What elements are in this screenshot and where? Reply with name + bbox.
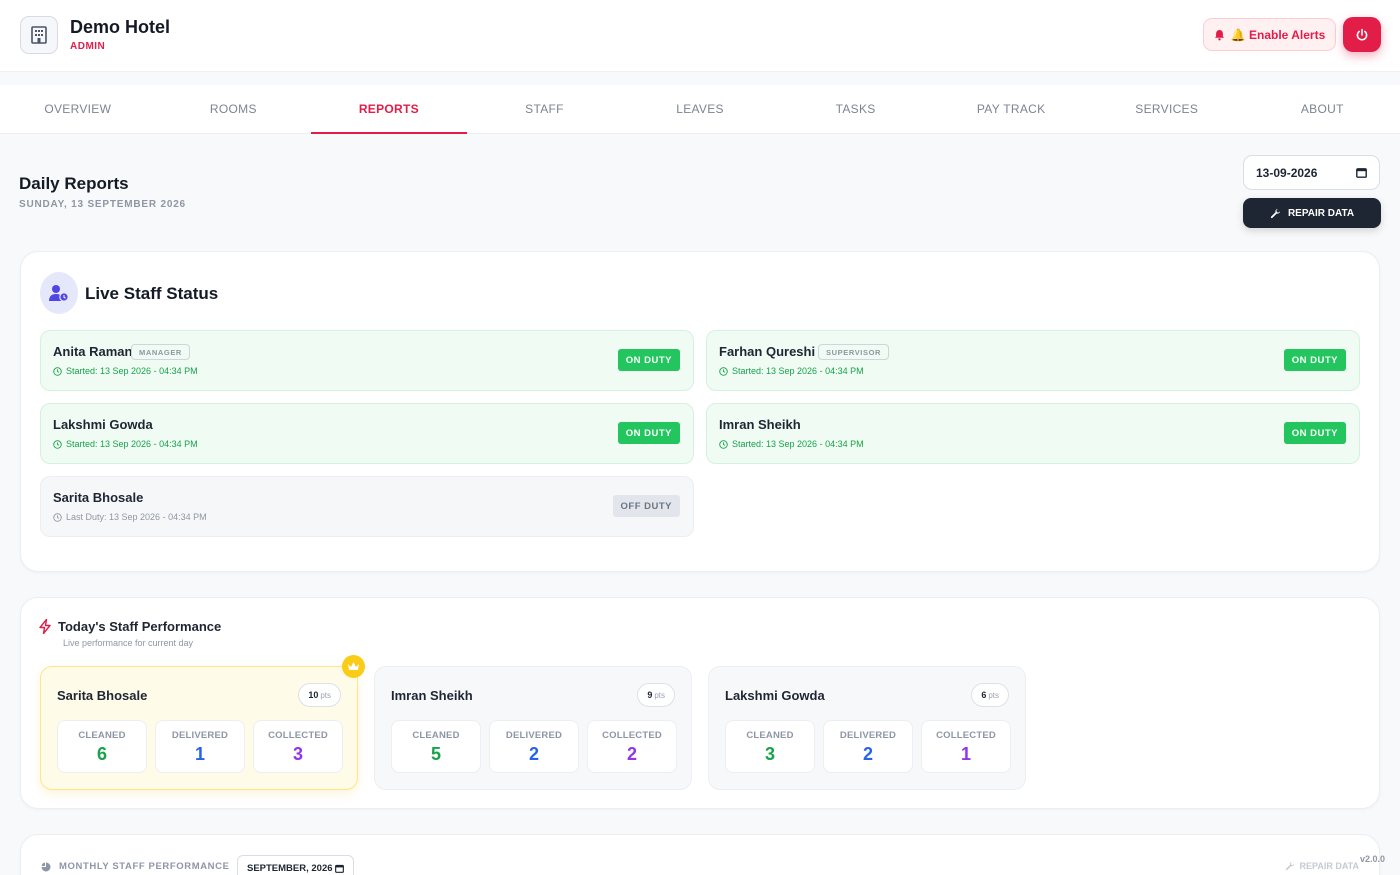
staff-start-time: Started: 13 Sep 2026 - 04:34 PM <box>719 439 864 449</box>
clock-icon <box>53 439 62 449</box>
tab-services[interactable]: SERVICES <box>1089 85 1245 133</box>
on-duty-badge: ON DUTY <box>617 422 680 444</box>
logout-button[interactable] <box>1343 17 1381 52</box>
user-clock-icon <box>40 272 78 314</box>
tab-pay-track[interactable]: PAY TRACK <box>933 85 1089 133</box>
live-staff-title: Live Staff Status <box>85 284 219 303</box>
month-value: SEPTEMBER, 2026 <box>247 862 333 874</box>
points-badge: 6 pts <box>971 683 1009 707</box>
staff-name: Anita Raman <box>53 344 133 359</box>
staff-performance-card: Lakshmi Gowda 6 pts CLEANED 3 DELIVERED … <box>708 666 1026 790</box>
top-bar: Demo Hotel ADMIN 🔔 Enable Alerts <box>0 0 1400 72</box>
live-staff-status-card: Live Staff Status Anita Raman MANAGER St… <box>20 251 1380 572</box>
main-tabs: OVERVIEW ROOMS REPORTS STAFF LEAVES TASK… <box>0 85 1400 134</box>
tab-about[interactable]: ABOUT <box>1245 85 1400 133</box>
on-duty-badge: ON DUTY <box>1283 349 1346 371</box>
clock-icon <box>719 366 728 376</box>
monthly-title: MONTHLY STAFF PERFORMANCE <box>41 861 230 872</box>
performance-title: Today's Staff Performance <box>58 619 222 634</box>
collected-metric: COLLECTED 1 <box>921 720 1011 773</box>
collected-metric: COLLECTED 2 <box>587 720 677 773</box>
clock-icon <box>53 366 62 376</box>
performer-name: Imran Sheikh <box>391 688 473 703</box>
hotel-name: Demo Hotel <box>70 17 171 37</box>
monthly-repair-data-button[interactable]: REPAIR DATA <box>1285 861 1359 871</box>
delivered-metric: DELIVERED 1 <box>155 720 245 773</box>
staff-status-item: Lakshmi Gowda Started: 13 Sep 2026 - 04:… <box>40 403 694 464</box>
performer-name: Lakshmi Gowda <box>725 688 825 703</box>
clock-icon <box>719 439 728 449</box>
staff-name: Farhan Qureshi <box>719 344 816 359</box>
staff-status-item: Sarita Bhosale Last Duty: 13 Sep 2026 - … <box>40 476 694 537</box>
staff-start-time: Started: 13 Sep 2026 - 04:34 PM <box>53 439 198 449</box>
staff-last-duty-time: Last Duty: 13 Sep 2026 - 04:34 PM <box>53 512 207 522</box>
bell-icon <box>1214 29 1224 40</box>
pie-chart-icon <box>41 862 51 871</box>
staff-status-item: Farhan Qureshi SUPERVISOR Started: 13 Se… <box>706 330 1360 391</box>
staff-performance-card: Sarita Bhosale 10 pts CLEANED 6 DELIVERE… <box>40 655 365 790</box>
today-performance-card: Today's Staff Performance Live performan… <box>20 597 1380 809</box>
repair-data-label: REPAIR DATA <box>1287 207 1355 219</box>
staff-name: Sarita Bhosale <box>53 490 144 505</box>
off-duty-badge: OFF DUTY <box>612 495 680 517</box>
report-date-input[interactable]: 13-09-2026 <box>1243 155 1380 190</box>
calendar-icon <box>1356 168 1367 178</box>
on-duty-badge: ON DUTY <box>617 349 680 371</box>
collected-metric: COLLECTED 3 <box>253 720 343 773</box>
enable-alerts-label: 🔔 Enable Alerts <box>1230 27 1326 42</box>
month-picker[interactable]: SEPTEMBER, 2026 <box>237 855 354 875</box>
staff-status-item: Imran Sheikh Started: 13 Sep 2026 - 04:3… <box>706 403 1360 464</box>
points-badge: 9 pts <box>637 683 675 707</box>
cleaned-metric: CLEANED 6 <box>57 720 147 773</box>
report-date-value: 13-09-2026 <box>1256 165 1318 180</box>
page-date-subtitle: SUNDAY, 13 SEPTEMBER 2026 <box>19 199 186 210</box>
tab-tasks[interactable]: TASKS <box>778 85 934 133</box>
cleaned-metric: CLEANED 5 <box>391 720 481 773</box>
staff-status-item: Anita Raman MANAGER Started: 13 Sep 2026… <box>40 330 694 391</box>
performer-name: Sarita Bhosale <box>57 688 148 703</box>
tab-overview[interactable]: OVERVIEW <box>0 85 156 133</box>
cleaned-metric: CLEANED 3 <box>725 720 815 773</box>
tab-staff[interactable]: STAFF <box>467 85 623 133</box>
lightning-icon <box>39 619 51 634</box>
staff-name: Lakshmi Gowda <box>53 417 153 432</box>
tab-rooms[interactable]: ROOMS <box>156 85 312 133</box>
calendar-icon <box>335 864 344 873</box>
wrench-icon <box>1270 208 1281 218</box>
tab-leaves[interactable]: LEAVES <box>622 85 778 133</box>
hotel-logo-icon <box>20 16 58 54</box>
on-duty-badge: ON DUTY <box>1283 422 1346 444</box>
user-role: ADMIN <box>70 41 106 52</box>
staff-role-badge: SUPERVISOR <box>818 344 890 360</box>
repair-data-button[interactable]: REPAIR DATA <box>1243 198 1381 228</box>
staff-start-time: Started: 13 Sep 2026 - 04:34 PM <box>719 366 864 376</box>
app-version: v2.0.0 <box>1360 854 1386 864</box>
power-icon <box>1356 28 1368 40</box>
crown-icon <box>342 655 365 678</box>
enable-alerts-button[interactable]: 🔔 Enable Alerts <box>1203 18 1336 51</box>
staff-performance-card: Imran Sheikh 9 pts CLEANED 5 DELIVERED 2… <box>374 666 692 790</box>
page-title: Daily Reports <box>19 174 129 193</box>
staff-role-badge: MANAGER <box>131 344 190 360</box>
points-badge: 10 pts <box>298 683 341 707</box>
clock-icon <box>53 512 62 522</box>
staff-name: Imran Sheikh <box>719 417 801 432</box>
delivered-metric: DELIVERED 2 <box>489 720 579 773</box>
tab-reports[interactable]: REPORTS <box>311 85 467 134</box>
performance-subtitle: Live performance for current day <box>63 638 194 648</box>
wrench-icon <box>1285 861 1294 871</box>
monthly-performance-card: MONTHLY STAFF PERFORMANCE SEPTEMBER, 202… <box>20 834 1380 875</box>
delivered-metric: DELIVERED 2 <box>823 720 913 773</box>
staff-start-time: Started: 13 Sep 2026 - 04:34 PM <box>53 366 198 376</box>
